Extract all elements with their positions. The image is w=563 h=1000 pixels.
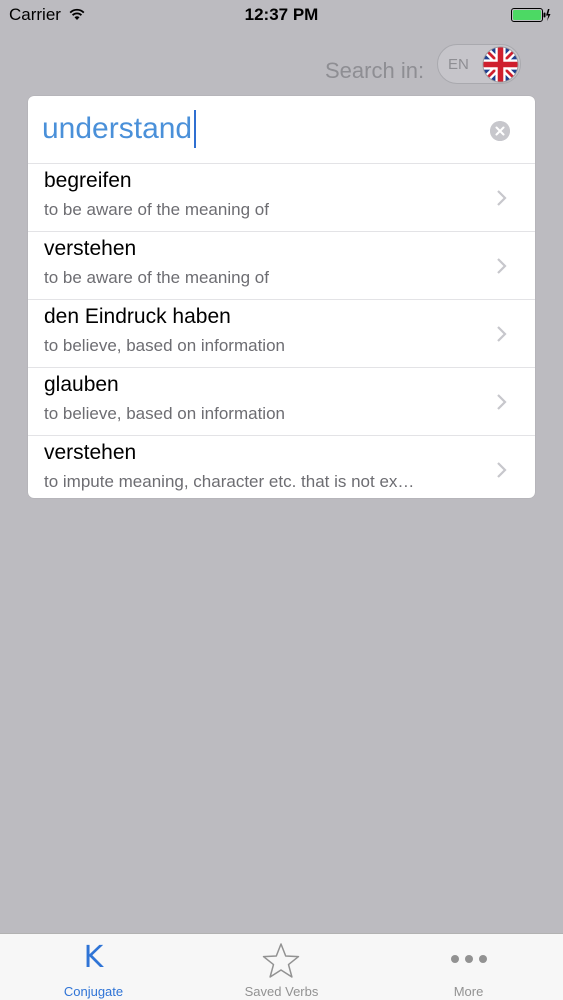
- tab-conjugate[interactable]: K Conjugate: [0, 934, 187, 1000]
- result-title: glauben: [44, 373, 119, 396]
- language-switch[interactable]: EN: [437, 44, 521, 84]
- more-icon: [451, 955, 487, 963]
- uk-flag-icon: [482, 46, 519, 83]
- search-input[interactable]: [42, 112, 482, 146]
- results-list: begreifen to be aware of the meaning of …: [28, 164, 535, 498]
- tab-bar: K Conjugate Saved Verbs More: [0, 933, 563, 1000]
- result-subtitle: to believe, based on information: [44, 404, 285, 423]
- result-title: begreifen: [44, 169, 132, 192]
- clock: 12:37 PM: [244, 5, 319, 24]
- tab-saved-verbs[interactable]: Saved Verbs: [188, 934, 375, 1000]
- result-title: den Eindruck haben: [44, 305, 231, 328]
- conjugate-icon: K: [83, 940, 104, 975]
- result-subtitle: to be aware of the meaning of: [44, 268, 269, 287]
- result-row[interactable]: glauben to believe, based on information: [28, 368, 535, 436]
- tab-label: Conjugate: [63, 984, 124, 999]
- search-panel: begreifen to be aware of the meaning of …: [28, 96, 535, 498]
- status-bar: Carrier 12:37 PM: [0, 0, 563, 30]
- language-code: EN: [448, 56, 469, 73]
- battery-icon: [511, 8, 551, 22]
- tab-more[interactable]: More: [375, 934, 562, 1000]
- tab-label: Saved Verbs: [244, 984, 319, 999]
- result-subtitle: to believe, based on information: [44, 336, 285, 355]
- clear-icon[interactable]: [490, 121, 510, 141]
- result-row[interactable]: den Eindruck haben to believe, based on …: [28, 300, 535, 368]
- chevron-right-icon: [497, 190, 507, 206]
- result-row[interactable]: verstehen to be aware of the meaning of: [28, 232, 535, 300]
- chevron-right-icon: [497, 326, 507, 342]
- result-row[interactable]: begreifen to be aware of the meaning of: [28, 164, 535, 232]
- chevron-right-icon: [497, 258, 507, 274]
- star-icon: [262, 943, 300, 978]
- result-subtitle: to impute meaning, character etc. that i…: [44, 472, 415, 491]
- chevron-right-icon: [497, 394, 507, 410]
- result-title: verstehen: [44, 237, 137, 260]
- chevron-right-icon: [497, 462, 507, 478]
- result-title: verstehen: [44, 441, 137, 464]
- result-row[interactable]: verstehen to impute meaning, character e…: [28, 436, 535, 498]
- tab-label: More: [453, 984, 484, 999]
- text-caret: [194, 110, 197, 148]
- result-subtitle: to be aware of the meaning of: [44, 200, 269, 219]
- search-in-label: Search in:: [325, 58, 425, 83]
- search-field: [28, 96, 535, 164]
